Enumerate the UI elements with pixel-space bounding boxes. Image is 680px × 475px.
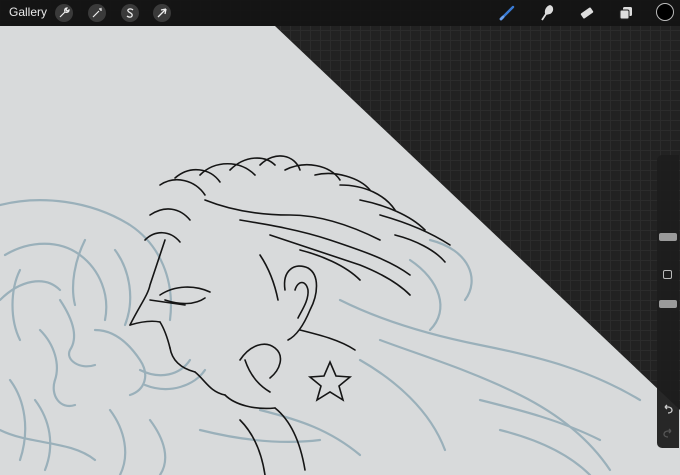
selection-s-icon[interactable] xyxy=(121,4,139,22)
eraser-icon[interactable] xyxy=(577,3,597,23)
opacity-slider[interactable] xyxy=(659,300,677,308)
brush-size-slider[interactable] xyxy=(659,233,677,241)
drawing-canvas[interactable] xyxy=(0,0,680,475)
canvas-paper xyxy=(0,26,680,475)
smudge-icon[interactable] xyxy=(537,3,557,23)
color-picker-swatch[interactable] xyxy=(656,3,674,21)
wrench-icon[interactable] xyxy=(55,4,73,22)
arrow-cursor-icon[interactable] xyxy=(153,4,171,22)
undo-icon[interactable] xyxy=(661,402,675,416)
brush-sidebar xyxy=(657,155,679,448)
gallery-button[interactable]: Gallery xyxy=(9,5,47,19)
layers-icon[interactable] xyxy=(616,3,636,23)
drawing-stage: Gallery xyxy=(0,0,680,475)
modify-button[interactable] xyxy=(663,270,672,279)
brush-icon[interactable] xyxy=(497,3,517,23)
magic-wand-icon[interactable] xyxy=(88,4,106,22)
redo-icon[interactable] xyxy=(661,426,675,440)
top-toolbar: Gallery xyxy=(0,0,680,26)
